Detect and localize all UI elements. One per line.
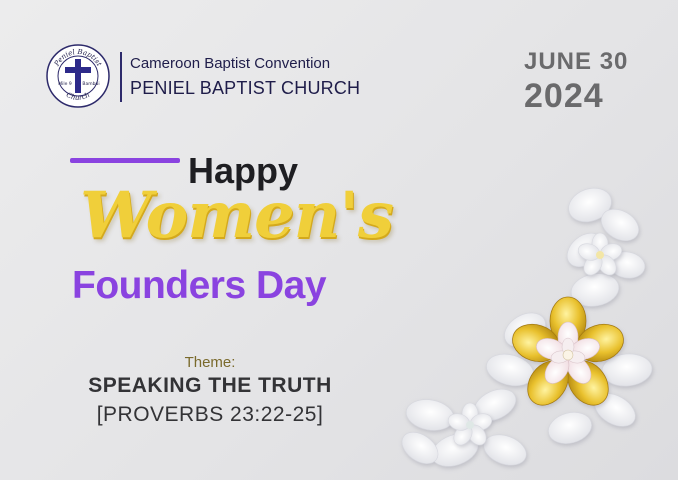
- header-divider: [120, 52, 122, 102]
- org-name: Cameroon Baptist Convention: [130, 55, 331, 72]
- theme-verse: [PROVERBS 23:22-25]: [96, 403, 324, 426]
- event-date: JUNE 30: [524, 48, 629, 75]
- theme-title: SPEAKING THE TRUTH: [88, 374, 332, 397]
- flower-cluster-icon: [401, 187, 653, 467]
- title-accent-bar: [70, 158, 180, 163]
- logo-left-text: Mile 9: [58, 81, 72, 87]
- title-founders-day: Founders Day: [72, 264, 327, 307]
- church-name: PENIEL BAPTIST CHURCH: [130, 78, 361, 98]
- church-logo: Peniel Baptist Church Mile 9 Bambui: [46, 44, 110, 108]
- event-year: 2024: [524, 77, 604, 115]
- title-womens: Women's: [80, 178, 394, 253]
- theme-label: Theme:: [184, 354, 236, 371]
- logo-right-text: Bambui: [82, 81, 99, 87]
